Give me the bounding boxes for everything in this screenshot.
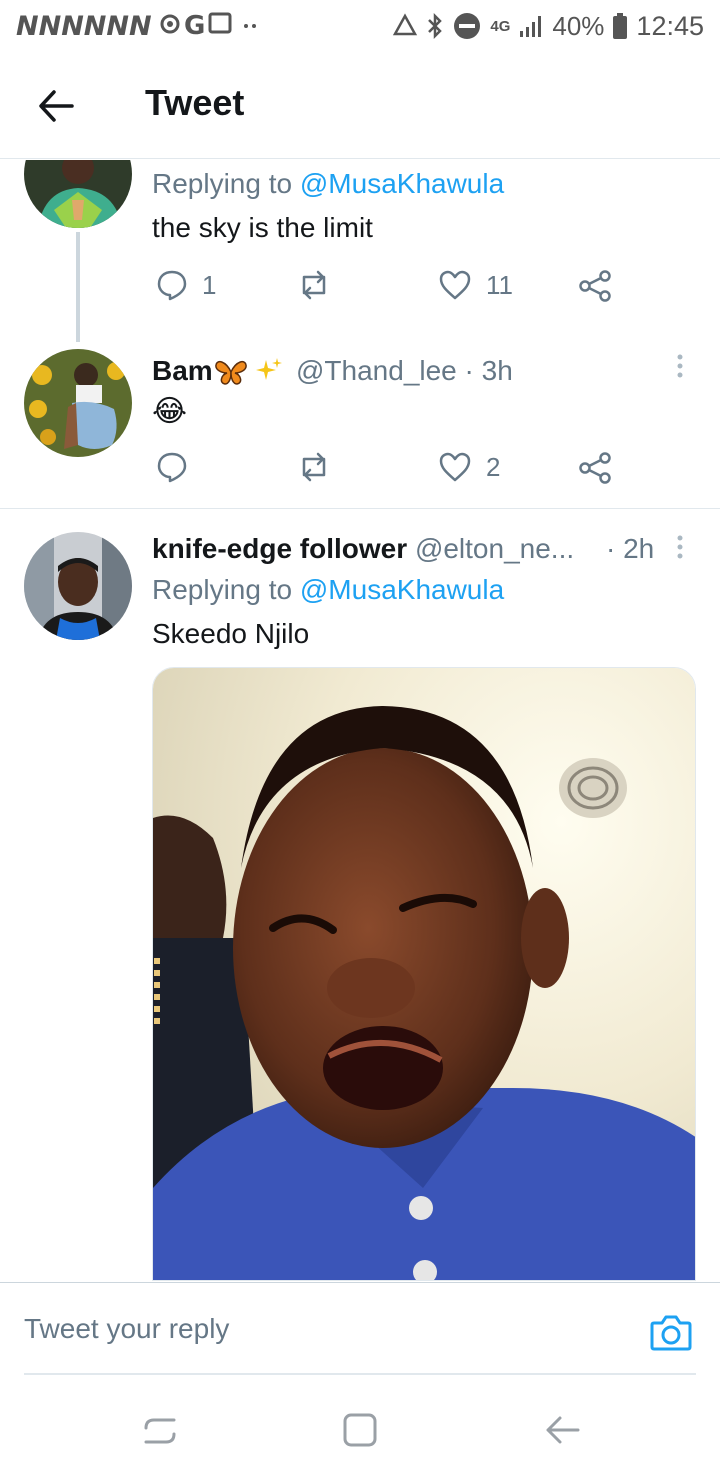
replying-to-label: Replying to [152,168,300,199]
more-vertical-icon [677,535,683,559]
tweet-header: knife-edge follower @elton_ne... [152,533,574,565]
user-handle[interactable]: @Thand_lee [296,355,457,386]
network-type: 4G [490,17,511,35]
replying-to-label: Replying to [152,574,300,605]
battery-icon [613,13,628,39]
reply-composer: Tweet your reply [0,1282,720,1375]
like-button[interactable]: 11 [438,269,513,301]
svg-text:G: G [184,11,205,38]
page-title: Tweet [145,82,245,123]
tweet-menu-button[interactable] [670,353,690,383]
notification-extra-icons: G [158,8,278,44]
tweet-text: the sky is the limit [152,212,373,243]
retweet-button[interactable] [296,451,332,483]
status-right: 4G 40% 12:45 [392,11,704,42]
camera-button[interactable] [650,1313,692,1356]
like-count: 2 [486,451,501,482]
tweet-text: Skeedo Njilo [152,618,310,649]
avatar[interactable] [24,532,132,640]
speech-bubble-icon [157,452,187,483]
like-button[interactable]: 2 [438,451,500,483]
tweet-header: Bam [152,355,213,387]
butterfly-icon [215,360,247,385]
tweet-text: 😂 [152,395,188,428]
notification-icons: NNNNNN [16,10,152,42]
like-count: 11 [486,269,513,300]
replying-to-line: Replying to @MusaKhawula [152,168,504,200]
reply-count: 1 [202,269,217,300]
back-button[interactable] [36,86,76,126]
reply-button[interactable]: 1 [156,269,216,301]
recycle-icon [393,13,418,36]
retweet-icon [302,452,326,482]
signal-icon [520,16,542,37]
share-button[interactable] [578,269,612,303]
status-left: NNNNNN G [16,8,278,44]
tweet-media-image[interactable] [152,667,696,1281]
status-bar: NNNNNN G 4G 40% 12:45 [0,0,720,52]
more-vertical-icon [677,354,683,378]
reply-input[interactable]: Tweet your reply [24,1313,229,1345]
speech-bubble-icon [157,270,187,301]
home-button[interactable] [342,1412,378,1453]
tweet-time: · 2h [606,533,655,564]
system-back-button[interactable] [544,1412,580,1453]
retweet-button[interactable] [296,269,332,301]
share-button[interactable] [578,451,612,485]
camera-icon [650,1315,692,1351]
tweet-time: · 3h [464,355,513,386]
clock: 12:45 [636,10,704,41]
replying-to-line: Replying to @MusaKhawula [152,574,504,606]
sparkles-icon [256,358,282,380]
retweet-icon [302,270,326,300]
heart-icon [439,452,471,482]
replying-handle-link[interactable]: @MusaKhawula [300,574,504,605]
display-name[interactable]: Bam [152,355,213,386]
recents-button[interactable] [142,1412,178,1453]
reply-underline [24,1373,696,1375]
home-icon [343,1413,377,1447]
share-icon [579,452,611,484]
recents-icon [144,1418,176,1444]
arrow-left-icon [39,90,74,122]
system-nav-bar [0,1376,720,1480]
replying-handle-link[interactable]: @MusaKhawula [300,168,504,199]
battery-percent: 40% [552,10,605,41]
bluetooth-icon [428,12,443,40]
reply-button[interactable] [156,451,202,483]
tweet-handle-time: @Thand_lee · 3h [296,355,513,387]
share-icon [579,270,611,302]
dnd-icon [454,13,481,39]
display-name[interactable]: knife-edge follower [152,533,407,564]
thread-connector [76,232,80,342]
tweet-menu-button[interactable] [670,534,690,564]
back-arrow-icon [546,1416,580,1444]
heart-icon [439,270,471,300]
tweet-divider [0,508,720,509]
avatar[interactable] [24,349,132,457]
user-handle[interactable]: @elton_ne... [415,533,574,564]
top-app-bar: Tweet [0,52,720,159]
